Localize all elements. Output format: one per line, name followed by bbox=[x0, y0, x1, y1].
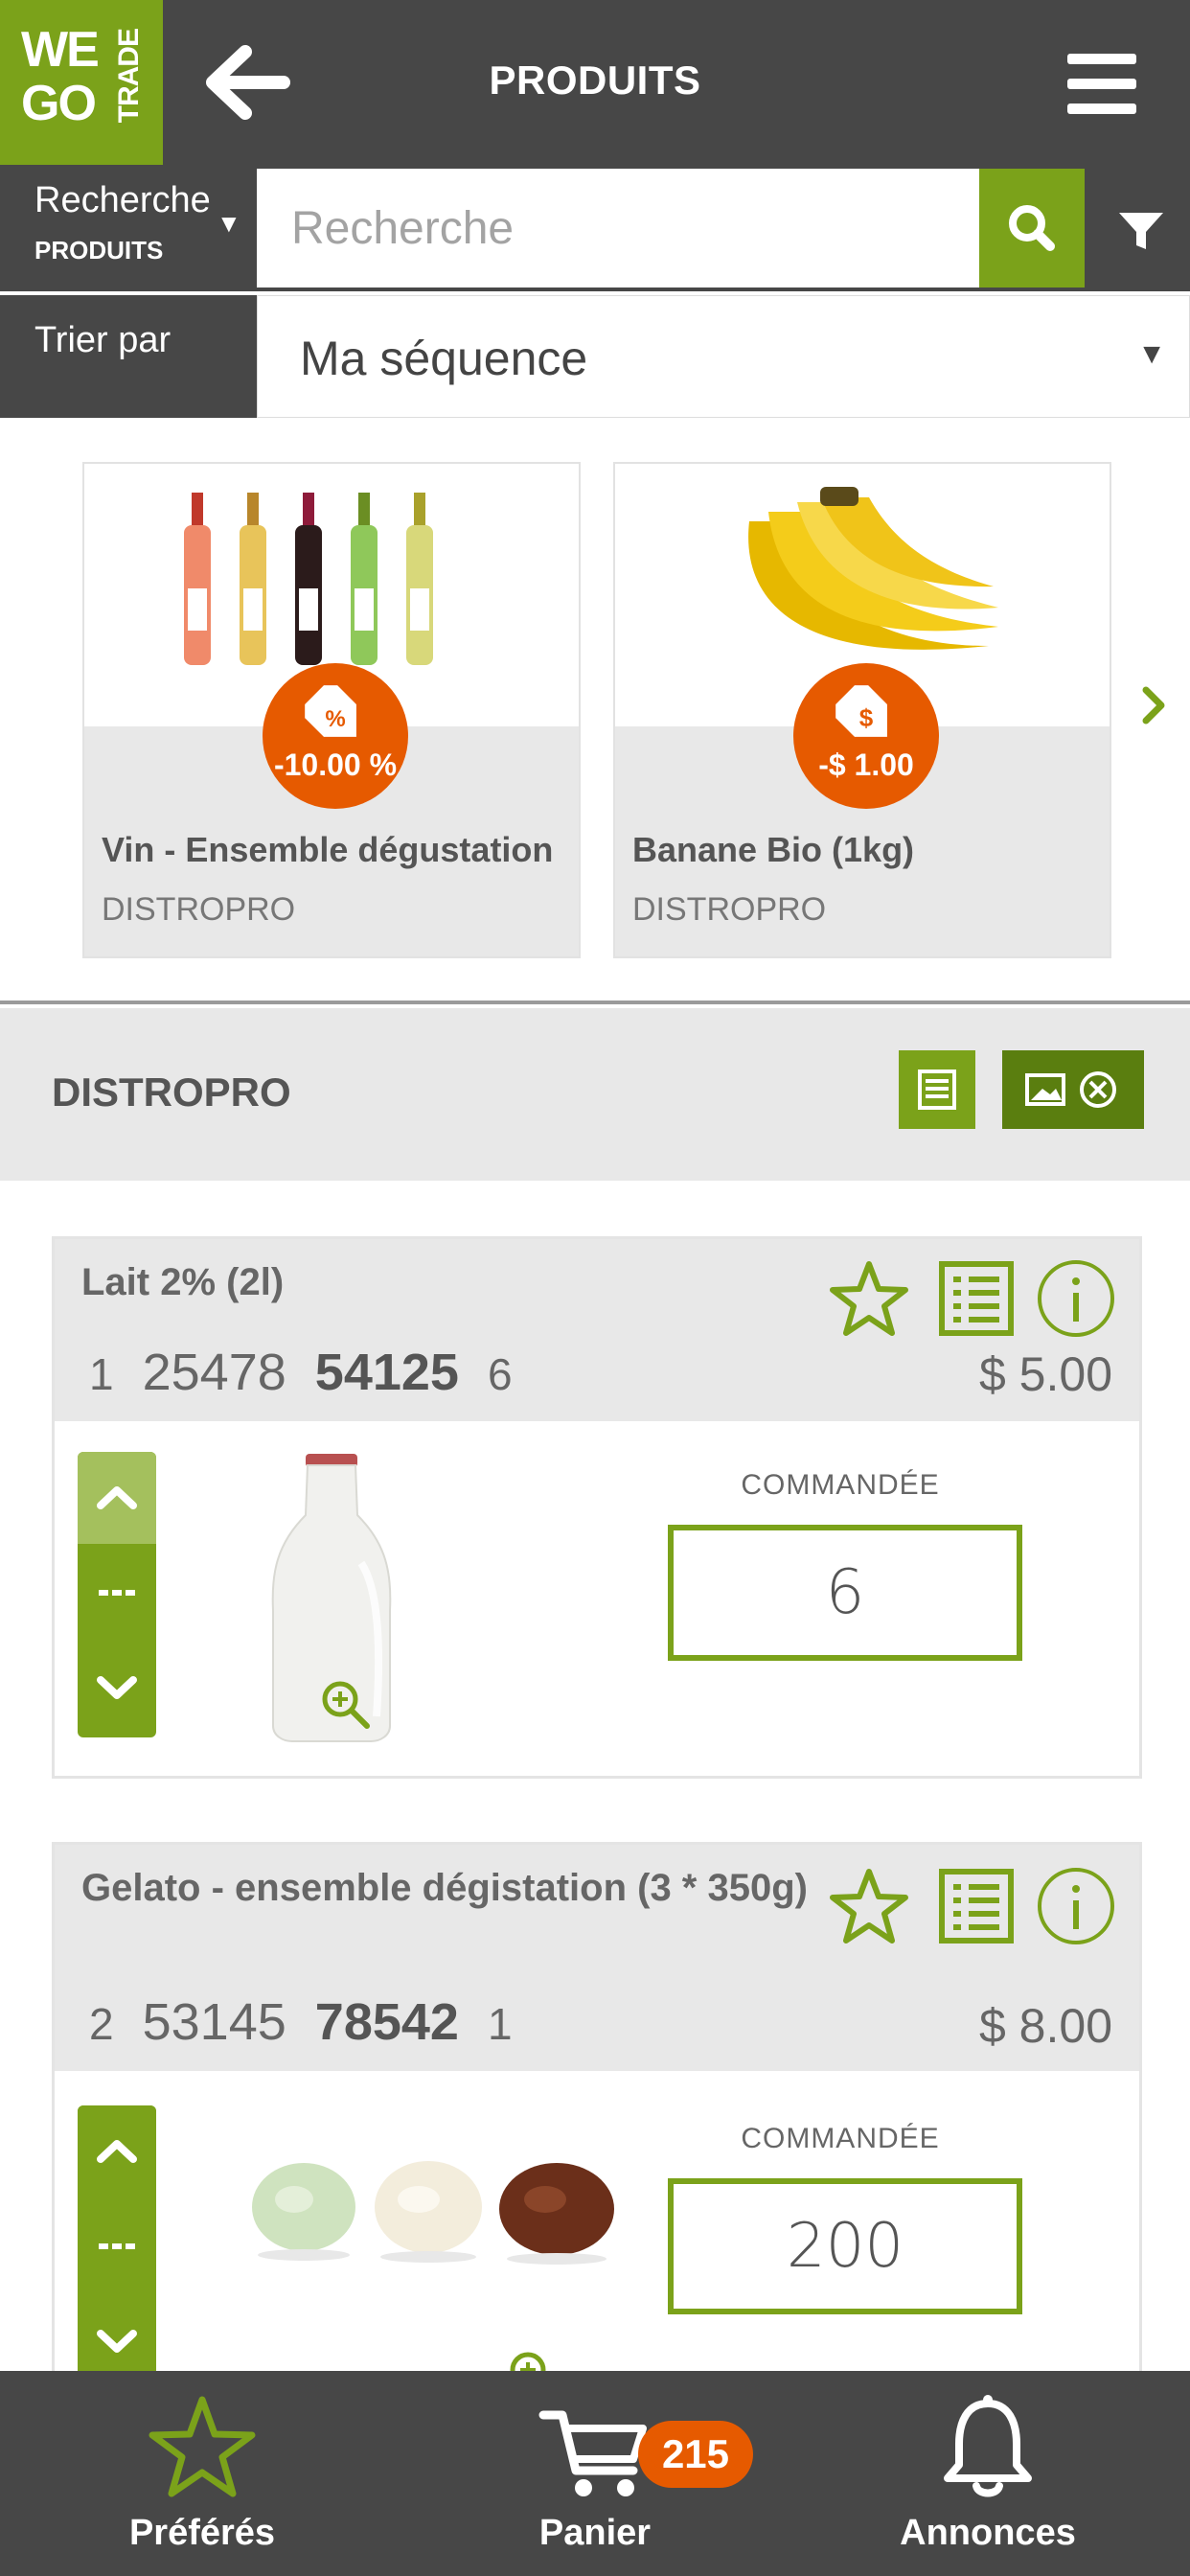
zoom-in-icon[interactable] bbox=[317, 1676, 375, 1734]
cart-count-badge: 215 bbox=[638, 2421, 753, 2488]
hamburger-menu-icon[interactable] bbox=[1064, 50, 1140, 117]
product-codes: 2 53145 78542 1 bbox=[89, 1992, 513, 2052]
dashes-icon bbox=[99, 1590, 135, 1596]
chevron-up-icon bbox=[97, 2140, 137, 2163]
product-code-3: 54125 bbox=[314, 1344, 459, 1401]
nav-announcements-label: Annonces bbox=[900, 2513, 1076, 2553]
product-code-3: 78542 bbox=[314, 1993, 459, 2051]
product-card-header: Lait 2% (2l) 1 25478 54125 6 $ 5.00 bbox=[55, 1239, 1139, 1421]
product-name: Gelato - ensemble dégistation (3 * 350g) bbox=[81, 1867, 808, 1909]
page-title: PRODUITS bbox=[489, 58, 701, 103]
promo-product-name: Banane Bio (1kg) bbox=[632, 830, 915, 869]
dashes-icon bbox=[99, 2243, 135, 2249]
info-icon[interactable] bbox=[1034, 1864, 1118, 1948]
shopping-cart-icon bbox=[538, 2410, 647, 2496]
vendor-section-header: DISTROPRO bbox=[0, 1008, 1190, 1181]
increment-button[interactable] bbox=[78, 2105, 156, 2197]
product-name: Lait 2% (2l) bbox=[81, 1261, 285, 1303]
nav-cart-label: Panier bbox=[538, 2513, 652, 2553]
sort-value: Ma séquence bbox=[300, 332, 588, 385]
chevron-up-icon bbox=[97, 1486, 137, 1509]
nav-favorites-label: Préférés bbox=[128, 2513, 276, 2553]
decrement-button[interactable] bbox=[78, 1642, 156, 1737]
svg-text:%: % bbox=[325, 706, 345, 732]
product-code-1: 2 bbox=[89, 1999, 114, 2049]
discount-value: -10.00 % bbox=[273, 748, 398, 782]
product-code-1: 1 bbox=[89, 1349, 114, 1399]
sort-label: Trier par bbox=[34, 320, 172, 360]
promo-vendor: DISTROPRO bbox=[632, 891, 827, 928]
ordered-label: COMMANDÉE bbox=[741, 2123, 940, 2154]
star-favorite-icon[interactable] bbox=[827, 1256, 911, 1341]
app-header: WE GO TRADE PRODUITS bbox=[0, 0, 1190, 165]
sort-select[interactable]: Ma séquence ▼ bbox=[257, 295, 1190, 418]
discount-badge: $ -$ 1.00 bbox=[793, 663, 939, 809]
promo-product-name: Vin - Ensemble dégustation bbox=[102, 830, 554, 869]
filter-button[interactable] bbox=[1090, 169, 1190, 288]
quantity-stepper bbox=[78, 2105, 156, 2391]
ordered-label: COMMANDÉE bbox=[741, 1469, 940, 1501]
product-details-list-icon[interactable] bbox=[934, 1256, 1018, 1341]
quantity-stepper bbox=[78, 1452, 156, 1737]
list-view-button[interactable] bbox=[899, 1050, 975, 1129]
product-price: $ 5.00 bbox=[978, 1347, 1112, 1401]
search-bar: Recherche PRODUITS ▼ bbox=[0, 165, 1190, 291]
image-view-toggle-button[interactable] bbox=[1002, 1050, 1144, 1129]
promotions-carousel: % -10.00 % Vin - Ensemble dégustation DI… bbox=[0, 418, 1190, 1004]
star-favorite-icon[interactable] bbox=[827, 1864, 911, 1948]
search-input[interactable] bbox=[257, 169, 979, 288]
chevron-right-icon[interactable] bbox=[1131, 677, 1179, 734]
image-view-icon bbox=[1025, 1071, 1116, 1108]
percent-tag-icon: % bbox=[305, 685, 356, 737]
info-icon[interactable] bbox=[1034, 1256, 1118, 1341]
quantity-input[interactable]: 6 bbox=[668, 1525, 1022, 1661]
bell-icon bbox=[944, 2395, 1032, 2497]
discount-badge: % -10.00 % bbox=[263, 663, 408, 809]
nav-announcements[interactable]: Annonces bbox=[790, 2371, 1186, 2576]
product-card[interactable]: Lait 2% (2l) 1 25478 54125 6 $ 5.00 COMM… bbox=[52, 1236, 1142, 1779]
star-icon bbox=[149, 2396, 256, 2497]
product-details-list-icon[interactable] bbox=[934, 1864, 1018, 1948]
product-code-2: 25478 bbox=[142, 1344, 286, 1401]
caret-down-icon: ▼ bbox=[1137, 338, 1166, 370]
product-price: $ 8.00 bbox=[978, 1999, 1112, 2053]
search-icon bbox=[1009, 205, 1055, 251]
promo-vendor: DISTROPRO bbox=[102, 891, 296, 928]
gelato-scoops-image[interactable] bbox=[237, 2123, 639, 2276]
discount-value: -$ 1.00 bbox=[818, 748, 914, 782]
search-type-value: PRODUITS bbox=[34, 236, 164, 264]
quantity-input[interactable]: 200 bbox=[668, 2178, 1022, 2314]
sort-bar: Trier par Ma séquence ▼ bbox=[0, 295, 1190, 418]
dollar-tag-icon: $ bbox=[835, 685, 887, 737]
increment-button[interactable] bbox=[78, 1452, 156, 1544]
bottom-navigation: Préférés Panier 215 Annonces bbox=[0, 2371, 1190, 2576]
product-code-2: 53145 bbox=[142, 1993, 286, 2051]
product-card[interactable]: Gelato - ensemble dégistation (3 * 350g)… bbox=[52, 1842, 1142, 2417]
search-type-dropdown[interactable]: Recherche PRODUITS ▼ bbox=[0, 165, 257, 291]
reset-quantity-button[interactable] bbox=[78, 2197, 156, 2295]
product-code-4: 1 bbox=[487, 1999, 513, 2049]
product-codes: 1 25478 54125 6 bbox=[89, 1343, 513, 1402]
search-button[interactable] bbox=[979, 169, 1085, 288]
chevron-down-icon bbox=[97, 1676, 137, 1699]
product-code-4: 6 bbox=[487, 1349, 513, 1399]
promo-card[interactable]: $ -$ 1.00 Banane Bio (1kg) DISTROPRO bbox=[613, 462, 1111, 958]
promo-card[interactable]: % -10.00 % Vin - Ensemble dégustation DI… bbox=[82, 462, 581, 958]
nav-favorites[interactable]: Préférés bbox=[4, 2371, 400, 2576]
reset-quantity-button[interactable] bbox=[78, 1544, 156, 1642]
search-type-label: Recherche bbox=[34, 180, 211, 220]
list-view-icon bbox=[918, 1070, 956, 1110]
filter-icon bbox=[1119, 213, 1163, 249]
vendor-name: DISTROPRO bbox=[52, 1070, 291, 1115]
svg-text:$: $ bbox=[859, 703, 874, 732]
caret-down-icon: ▼ bbox=[217, 209, 241, 238]
product-card-header: Gelato - ensemble dégistation (3 * 350g)… bbox=[55, 1845, 1139, 2071]
